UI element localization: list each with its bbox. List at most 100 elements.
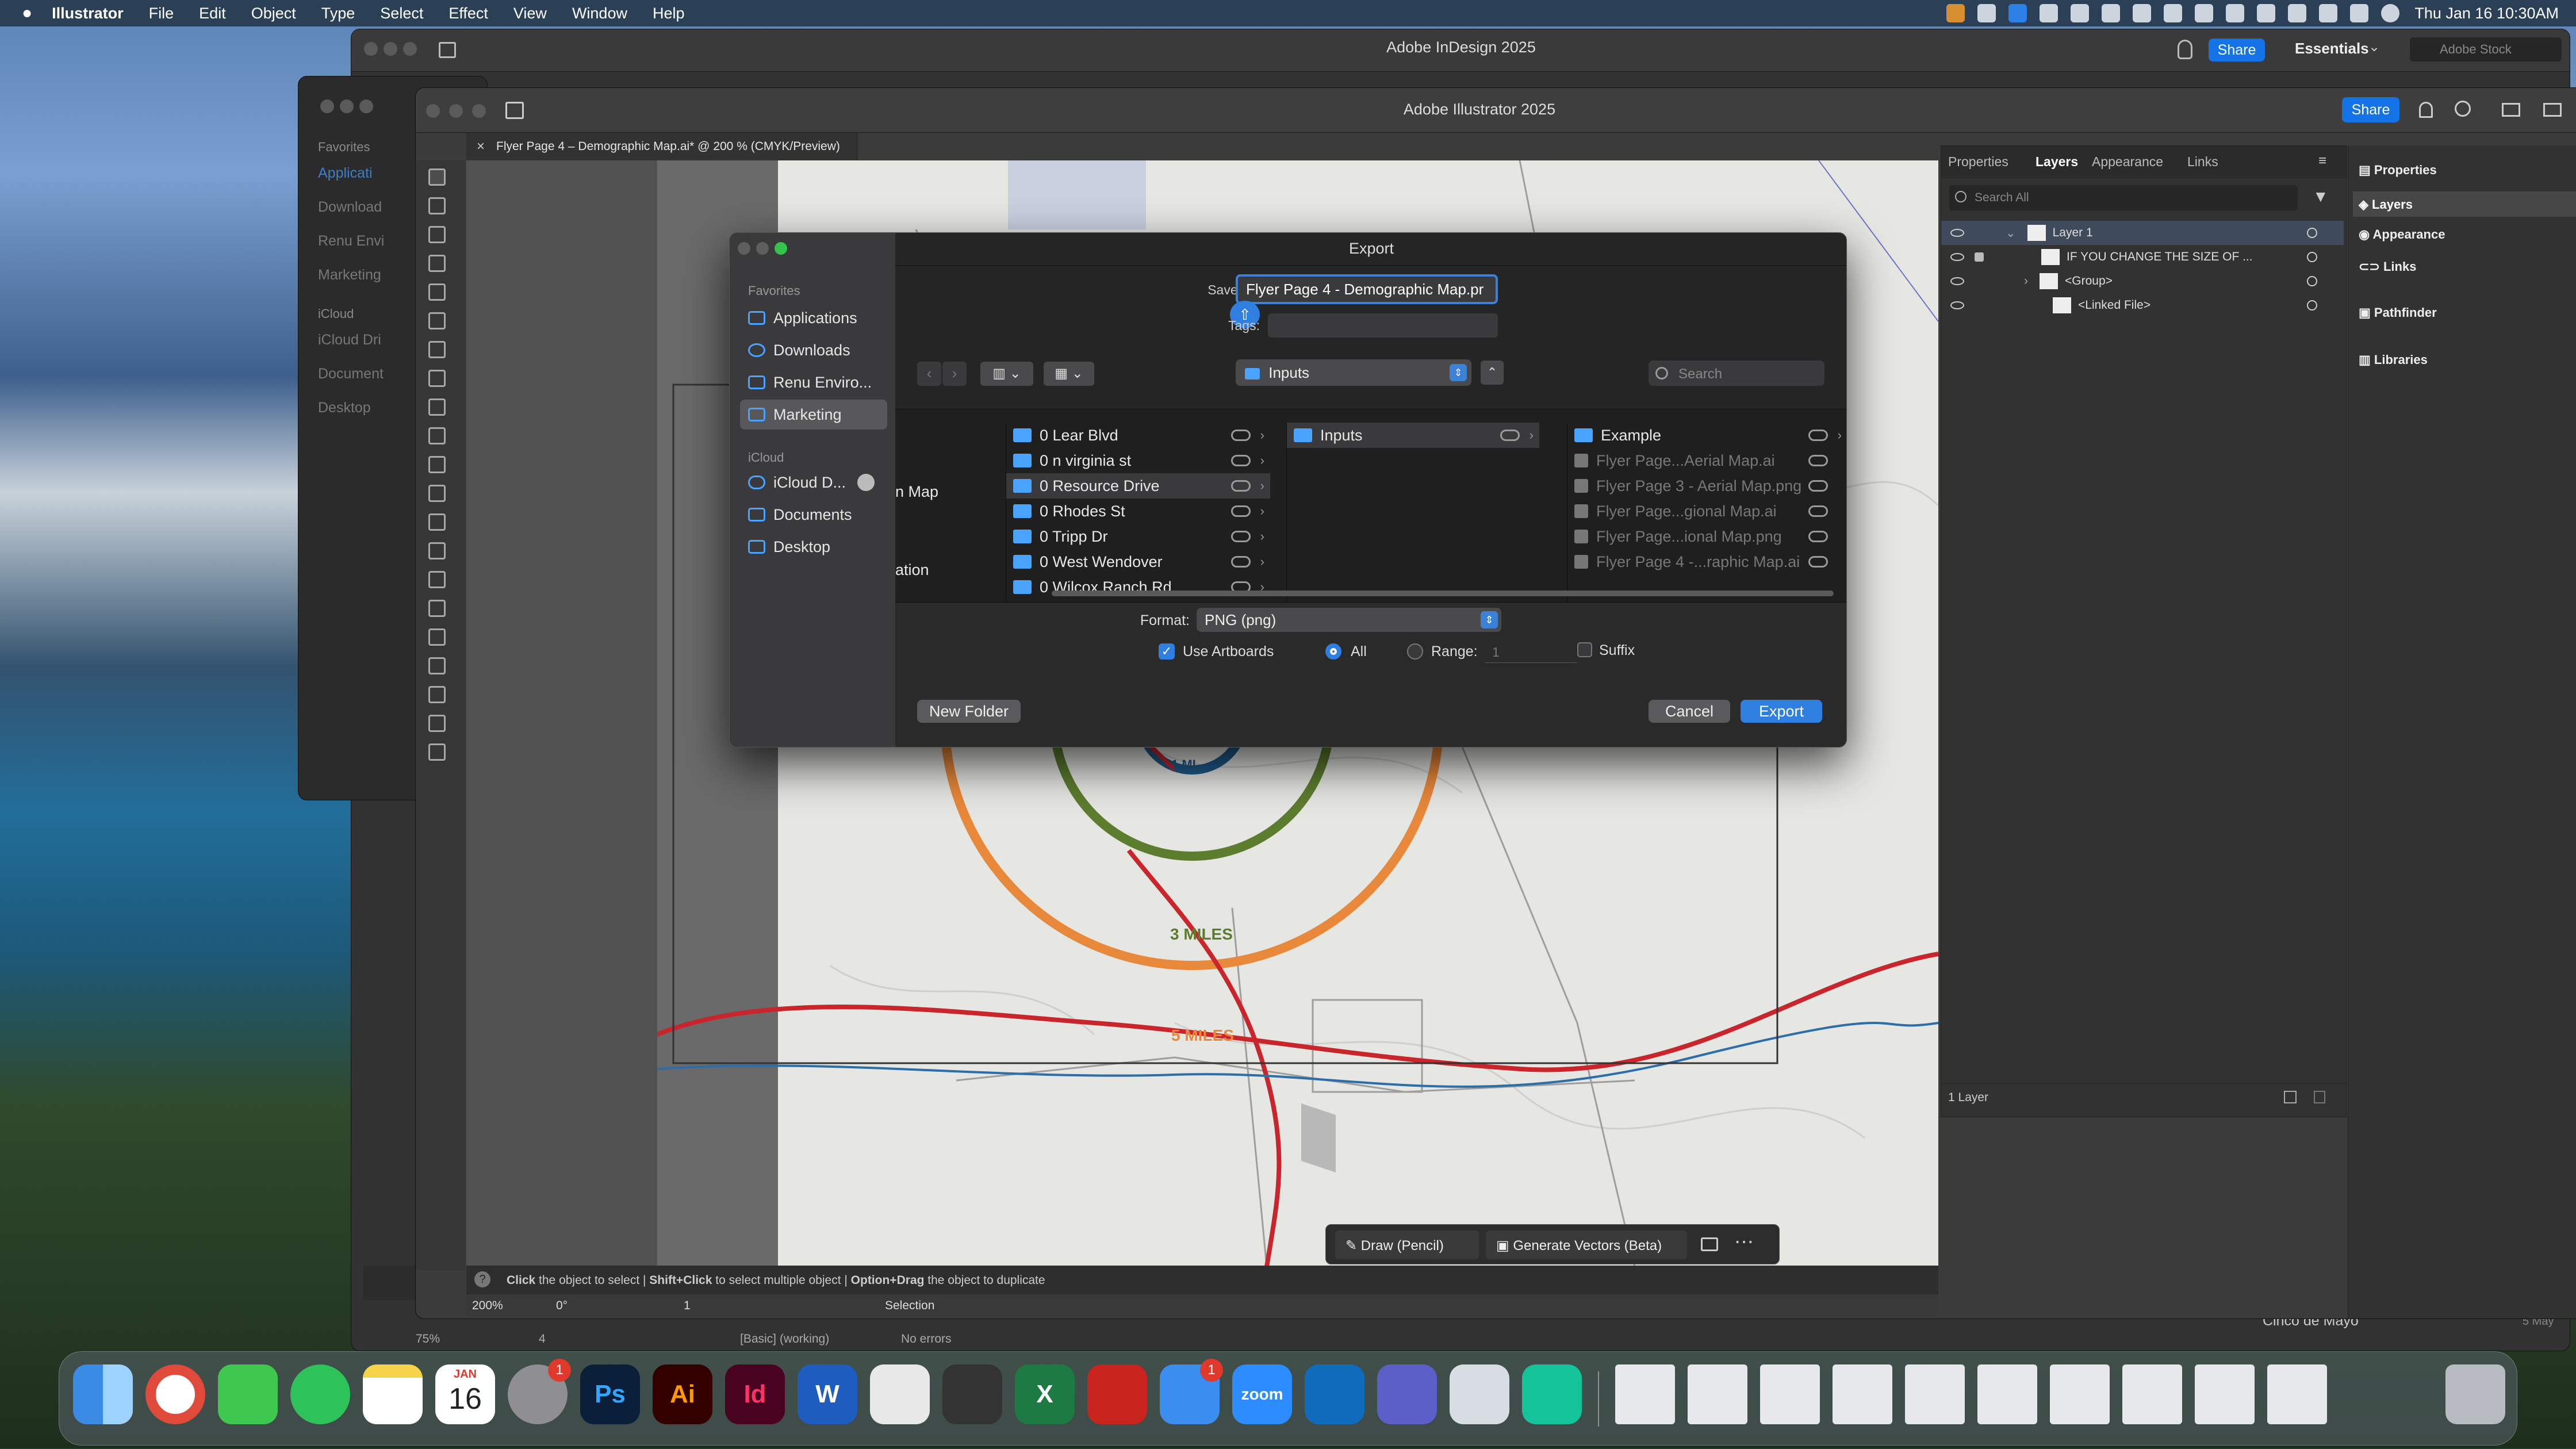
whatsapp-icon[interactable]	[290, 1364, 350, 1424]
folder-row[interactable]: Flyer Page...ional Map.png	[1567, 524, 1846, 549]
location-popup[interactable]: Inputs ⇕	[1236, 359, 1471, 386]
minimized-window-thumbnail[interactable]	[1905, 1364, 1965, 1424]
eyedropper-tool-icon[interactable]	[428, 485, 446, 502]
layer-name[interactable]: Layer 1	[2053, 226, 2093, 240]
layer-row[interactable]: <Linked File>	[1941, 293, 2344, 317]
menu-help[interactable]: Help	[653, 5, 685, 22]
zoom-button[interactable]	[775, 242, 787, 255]
illustrator-icon[interactable]: Ai	[653, 1364, 712, 1424]
minimize-button[interactable]	[340, 99, 354, 113]
cloud-icon[interactable]	[1231, 556, 1251, 568]
folder-row[interactable]: Flyer Page 4 -...raphic Map.ai	[1567, 549, 1846, 574]
column-view-button[interactable]: ▥ ⌄	[980, 362, 1033, 386]
zoom-button[interactable]	[359, 99, 373, 113]
sidebar-downloads[interactable]: Downloads	[740, 335, 887, 365]
generate-vectors-button[interactable]: ▣ Generate Vectors (Beta)	[1486, 1230, 1687, 1259]
target-icon[interactable]	[2307, 228, 2317, 238]
document-tab[interactable]: × Flyer Page 4 – Demographic Map.ai* @ 2…	[466, 133, 857, 160]
more-options-icon[interactable]: ⋯	[1734, 1230, 1754, 1254]
lasso-tool-icon[interactable]	[428, 427, 446, 444]
battery-icon[interactable]	[2195, 4, 2214, 22]
sidebar-applications[interactable]: Applications	[740, 303, 887, 333]
forward-button[interactable]: ›	[942, 362, 967, 386]
paintbrush-tool-icon[interactable]	[428, 312, 446, 329]
eye-icon[interactable]	[1950, 229, 1964, 237]
chevron-down-icon[interactable]: ⌄	[2006, 226, 2016, 240]
folder-row[interactable]: 0 Lear Blvd ›	[1006, 423, 1270, 448]
menu-app-name[interactable]: Illustrator	[52, 5, 124, 22]
menu-clock[interactable]: Thu Jan 16 10:30AM	[2414, 5, 2559, 22]
minimized-window-thumbnail[interactable]	[1688, 1364, 1747, 1424]
notes-icon[interactable]	[363, 1364, 423, 1424]
eraser-tool-icon[interactable]	[428, 398, 446, 416]
zoom-button[interactable]	[472, 104, 486, 118]
siri-icon[interactable]	[2381, 4, 2400, 22]
minimized-window-thumbnail[interactable]	[2122, 1364, 2182, 1424]
minimized-window-thumbnail[interactable]	[1977, 1364, 2037, 1424]
current-tool-label[interactable]: Selection	[885, 1299, 934, 1313]
sliders-icon[interactable]	[2102, 4, 2121, 22]
horizontal-scrollbar[interactable]	[1052, 591, 1834, 596]
minimized-window-thumbnail[interactable]	[1760, 1364, 1820, 1424]
layer-row[interactable]: › <Group>	[1941, 269, 2344, 293]
folder-row[interactable]: Flyer Page...gional Map.ai	[1567, 499, 1846, 524]
zoom-field[interactable]: 200%	[472, 1299, 503, 1313]
cloud-icon[interactable]	[1808, 455, 1828, 466]
zoom-app-icon[interactable]: zoom	[1232, 1364, 1292, 1424]
wifi-icon[interactable]	[2226, 4, 2245, 22]
stock-search-input[interactable]: Adobe Stock	[2410, 37, 2562, 62]
save-as-field[interactable]	[1236, 274, 1498, 304]
selection-tool-icon[interactable]	[428, 168, 446, 186]
creative-cloud-icon[interactable]	[2071, 4, 2090, 22]
preview-icon[interactable]	[1450, 1364, 1509, 1424]
direct-selection-tool-icon[interactable]	[428, 197, 446, 214]
edit-toolbar-icon[interactable]	[428, 743, 446, 761]
folder-row[interactable]: 0 Tripp Dr ›	[1006, 524, 1270, 549]
pencil-tool-icon[interactable]	[428, 255, 446, 272]
lock-icon[interactable]	[1975, 252, 1984, 262]
layer-row[interactable]: ⌄ Layer 1	[1941, 221, 2344, 245]
use-artboards-checkbox[interactable]: ✓	[1159, 643, 1175, 660]
mail-icon[interactable]: 1	[1160, 1359, 1223, 1424]
export-button[interactable]: Export	[1741, 700, 1822, 723]
filter-icon[interactable]: ▼	[2313, 187, 2329, 206]
cloud-icon[interactable]	[1231, 455, 1251, 466]
artboard-field[interactable]: 1	[684, 1299, 691, 1313]
cloud-icon[interactable]	[1231, 480, 1251, 492]
minimize-button[interactable]	[384, 42, 397, 56]
cloud-icon[interactable]	[1231, 505, 1251, 517]
pen-tool-icon[interactable]	[428, 226, 446, 243]
sidebar-desktop[interactable]: Desktop	[740, 532, 887, 562]
cloud-icon[interactable]	[1231, 430, 1251, 441]
rectangle-tool-icon[interactable]	[428, 283, 446, 301]
help-icon[interactable]: ?	[474, 1271, 490, 1287]
gradient-tool-icon[interactable]	[428, 456, 446, 473]
tags-field[interactable]	[1268, 313, 1498, 338]
grid-icon[interactable]	[2164, 4, 2183, 22]
indesign-icon[interactable]: Id	[725, 1364, 785, 1424]
photoshop-icon[interactable]: Ps	[580, 1364, 640, 1424]
grammarly-app-icon[interactable]	[1522, 1364, 1582, 1424]
folder-row[interactable]: Flyer Page 3 - Aerial Map.png	[1567, 473, 1846, 499]
range-radio[interactable]	[1407, 643, 1423, 660]
dialog-search-field[interactable]: Search	[1649, 361, 1824, 386]
excel-icon[interactable]: X	[1015, 1364, 1075, 1424]
home-icon[interactable]	[505, 102, 524, 119]
menu-object[interactable]: Object	[251, 5, 296, 22]
volume-icon[interactable]	[2288, 4, 2307, 22]
cloud-icon[interactable]	[1808, 505, 1828, 517]
dock-item-pathfinder[interactable]: ▣ Pathfinder	[2359, 305, 2437, 320]
minimized-window-thumbnail[interactable]	[2195, 1364, 2255, 1424]
minimized-window-thumbnail[interactable]	[2267, 1364, 2327, 1424]
layer-row[interactable]: IF YOU CHANGE THE SIZE OF ...	[1941, 245, 2344, 269]
cloud-icon[interactable]	[1500, 430, 1520, 441]
home-icon[interactable]	[439, 42, 456, 58]
finder-icon[interactable]	[73, 1364, 133, 1424]
teams-icon[interactable]	[1377, 1364, 1437, 1424]
tab-links[interactable]: Links	[2187, 154, 2218, 170]
all-radio[interactable]	[1325, 643, 1341, 660]
acrobat-icon[interactable]	[1087, 1364, 1147, 1424]
minimized-window-thumbnail[interactable]	[2050, 1364, 2110, 1424]
delete-icon[interactable]	[2314, 1091, 2325, 1103]
grammarly-icon[interactable]	[1977, 4, 1996, 22]
